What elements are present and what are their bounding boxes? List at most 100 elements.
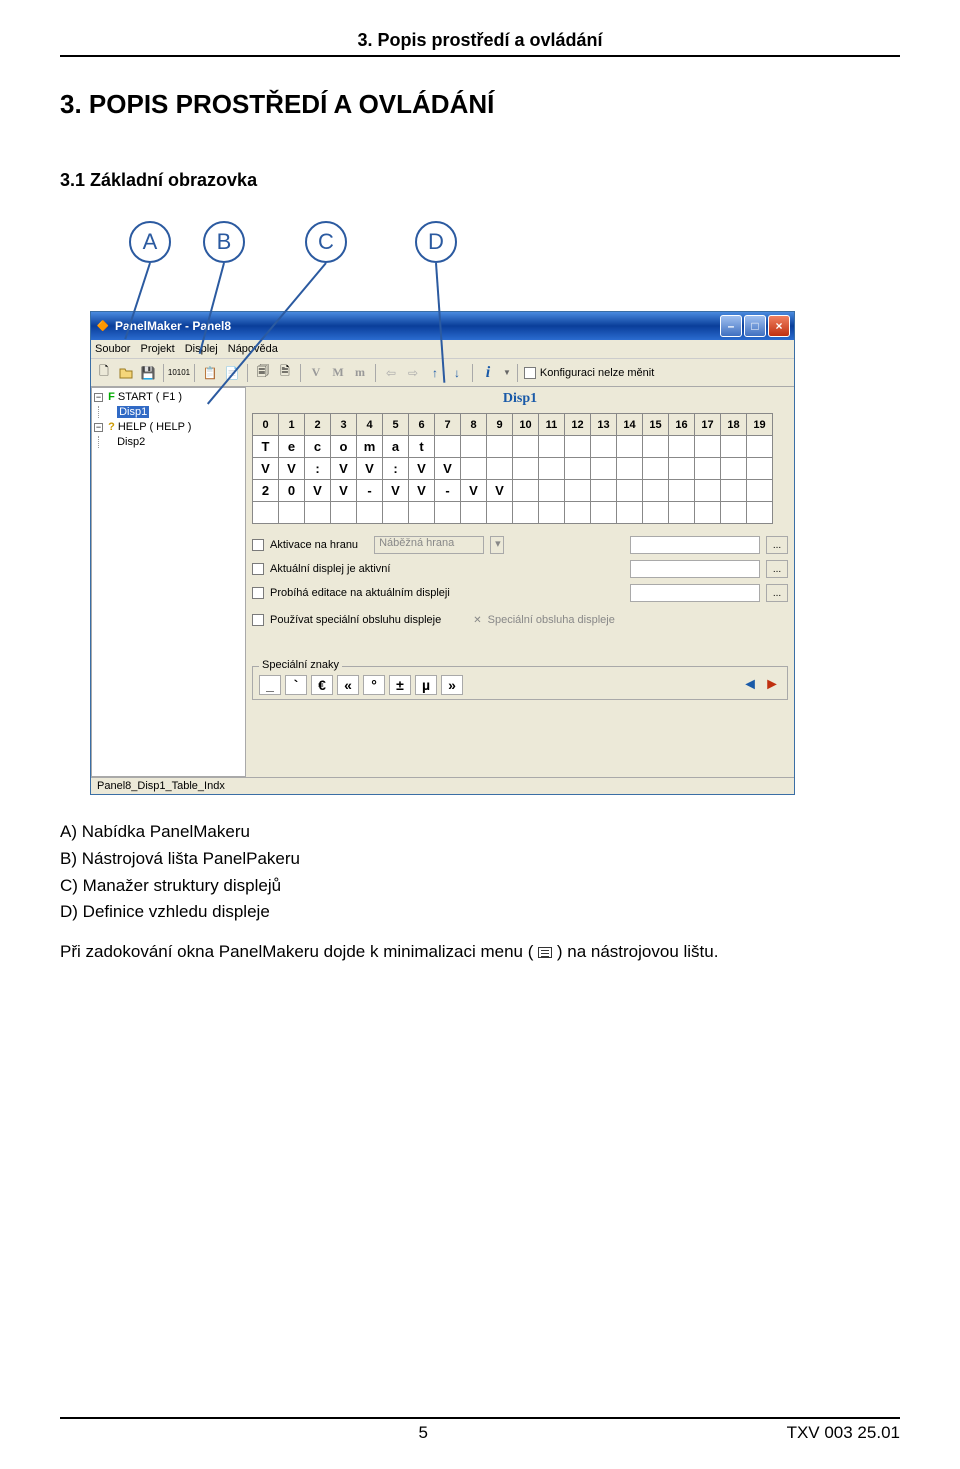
grid-cell[interactable]: [617, 458, 643, 480]
special-char[interactable]: »: [441, 675, 463, 695]
scroll-right-icon[interactable]: ►: [763, 676, 781, 694]
grid-cell[interactable]: [721, 436, 747, 458]
grid-cell[interactable]: [539, 502, 565, 524]
scroll-left-icon[interactable]: ◄: [741, 676, 759, 694]
grid-cell[interactable]: t: [409, 436, 435, 458]
grid-cell[interactable]: [643, 458, 669, 480]
grid-cell[interactable]: V: [331, 480, 357, 502]
config-lock-checkbox[interactable]: [524, 367, 536, 379]
grid-cell[interactable]: [591, 458, 617, 480]
grid-cell[interactable]: -: [357, 480, 383, 502]
grid-cell[interactable]: [461, 436, 487, 458]
grid-cell[interactable]: [747, 458, 773, 480]
grid-cell[interactable]: 2: [253, 480, 279, 502]
grid-cell[interactable]: :: [383, 458, 409, 480]
grid-cell[interactable]: [487, 502, 513, 524]
grid-cell[interactable]: :: [305, 458, 331, 480]
grid-cell[interactable]: [357, 502, 383, 524]
new-icon[interactable]: 🗋: [95, 364, 113, 382]
special-char[interactable]: _: [259, 675, 281, 695]
grid-cell[interactable]: [721, 502, 747, 524]
chk-editace[interactable]: [252, 587, 264, 599]
grid-cell[interactable]: [695, 458, 721, 480]
grid-cell[interactable]: V: [279, 458, 305, 480]
grid-cell[interactable]: [617, 502, 643, 524]
grid-cell[interactable]: V: [305, 480, 331, 502]
grid-cell[interactable]: V: [331, 458, 357, 480]
letter-m-lower-icon[interactable]: m: [351, 364, 369, 382]
special-char[interactable]: °: [363, 675, 385, 695]
grid-cell[interactable]: V: [435, 458, 461, 480]
grid-cell[interactable]: [565, 436, 591, 458]
field-1[interactable]: [630, 536, 760, 554]
grid-cell[interactable]: e: [279, 436, 305, 458]
edge-select-caret[interactable]: ▾: [490, 536, 504, 554]
info-icon[interactable]: i: [479, 364, 497, 382]
menu-soubor[interactable]: Soubor: [95, 343, 130, 355]
grid-cell[interactable]: [539, 436, 565, 458]
tree-node-start[interactable]: − F START ( F1 ): [94, 390, 243, 405]
grid-cell[interactable]: [565, 458, 591, 480]
grid-cell[interactable]: [747, 436, 773, 458]
special-char[interactable]: «: [337, 675, 359, 695]
arrow-right-icon[interactable]: ⇨: [404, 364, 422, 382]
tree-node-disp1[interactable]: Disp1: [94, 405, 243, 420]
grid-cell[interactable]: c: [305, 436, 331, 458]
grid-cell[interactable]: [695, 502, 721, 524]
tree-panel[interactable]: − F START ( F1 ) Disp1 − ? HELP ( HELP ): [91, 387, 246, 777]
grid-cell[interactable]: [721, 458, 747, 480]
grid-cell[interactable]: [253, 502, 279, 524]
grid-cell[interactable]: [669, 436, 695, 458]
grid-cell[interactable]: V: [409, 480, 435, 502]
grid-cell[interactable]: [331, 502, 357, 524]
grid-cell[interactable]: [747, 502, 773, 524]
doc-icon[interactable]: 🗎: [276, 364, 294, 382]
special-char[interactable]: ±: [389, 675, 411, 695]
field-2[interactable]: [630, 560, 760, 578]
tree-node-disp2[interactable]: Disp2: [94, 435, 243, 450]
field-3[interactable]: [630, 584, 760, 602]
grid-cell[interactable]: [383, 502, 409, 524]
special-char[interactable]: €: [311, 675, 333, 695]
grid-cell[interactable]: [487, 436, 513, 458]
close-button[interactable]: ×: [768, 315, 790, 337]
grid-cell[interactable]: [721, 480, 747, 502]
grid-cell[interactable]: [305, 502, 331, 524]
grid-cell[interactable]: [695, 480, 721, 502]
grid-cell[interactable]: [513, 502, 539, 524]
grid-cell[interactable]: [591, 436, 617, 458]
grid-cell[interactable]: -: [435, 480, 461, 502]
grid-cell[interactable]: V: [253, 458, 279, 480]
grid-cell[interactable]: [669, 458, 695, 480]
tree-node-help[interactable]: − ? HELP ( HELP ): [94, 420, 243, 435]
grid-cell[interactable]: [643, 436, 669, 458]
grid-cell[interactable]: V: [383, 480, 409, 502]
grid-cell[interactable]: [513, 458, 539, 480]
grid-cell[interactable]: 0: [279, 480, 305, 502]
grid-cell[interactable]: V: [461, 480, 487, 502]
grid-cell[interactable]: [565, 480, 591, 502]
copy-icon[interactable]: 📋: [201, 364, 219, 382]
grid-cell[interactable]: [435, 436, 461, 458]
caret-down-icon[interactable]: ▼: [503, 368, 511, 377]
letter-m-upper-icon[interactable]: M: [329, 364, 347, 382]
grid-cell[interactable]: [669, 502, 695, 524]
grid-cell[interactable]: [513, 480, 539, 502]
browse-2-button[interactable]: ...: [766, 560, 788, 578]
grid-cell[interactable]: [279, 502, 305, 524]
grid-cell[interactable]: [747, 480, 773, 502]
grid-cell[interactable]: [617, 436, 643, 458]
minimize-button[interactable]: –: [720, 315, 742, 337]
special-char[interactable]: `: [285, 675, 307, 695]
grid-cell[interactable]: a: [383, 436, 409, 458]
chk-special[interactable]: [252, 614, 264, 626]
grid-cell[interactable]: [591, 502, 617, 524]
chk-aktivni[interactable]: [252, 563, 264, 575]
save-icon[interactable]: 💾: [139, 364, 157, 382]
special-char[interactable]: µ: [415, 675, 437, 695]
grid-cell[interactable]: [565, 502, 591, 524]
grid-cell[interactable]: [643, 502, 669, 524]
browse-1-button[interactable]: ...: [766, 536, 788, 554]
grid-cell[interactable]: [695, 436, 721, 458]
grid-cell[interactable]: [513, 436, 539, 458]
